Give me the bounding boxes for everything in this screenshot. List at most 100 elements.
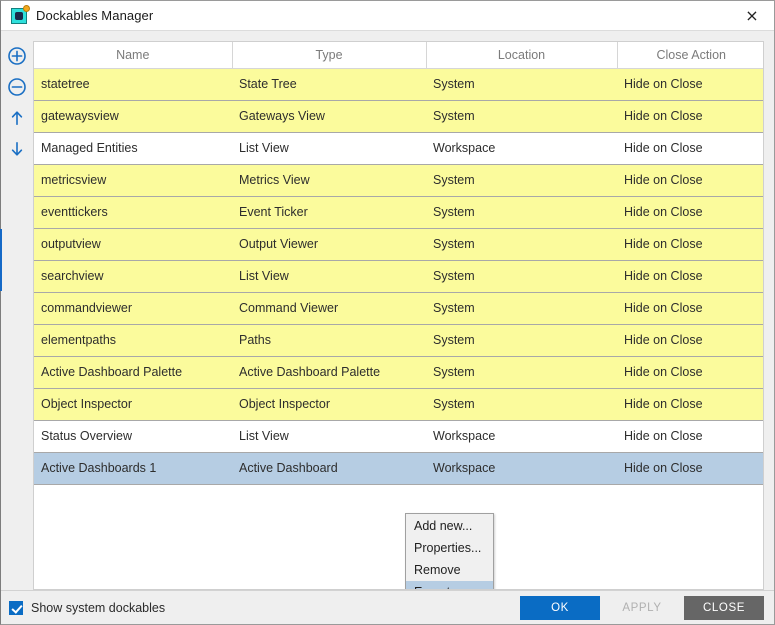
context-menu-item[interactable]: Export...	[406, 581, 493, 589]
table-row[interactable]: metricsview Metrics View System Hide on Clo…	[34, 164, 763, 197]
cell-close-action: Hide on Close	[617, 452, 763, 485]
cell-name: Managed Entities	[34, 132, 232, 165]
cell-name: elementpaths	[34, 324, 232, 357]
dialog-footer: Show system dockables OK APPLY CLOSE	[1, 590, 774, 624]
column-header-name[interactable]: Name	[34, 42, 233, 69]
cell-close-action: Hide on Close	[617, 164, 763, 197]
column-header-close-action[interactable]: Close Action	[617, 42, 763, 69]
cell-type: Active Dashboard	[232, 452, 426, 485]
cell-name: Active Dashboard Palette	[34, 356, 232, 389]
cell-location: System	[426, 260, 617, 293]
cell-name: statetree	[34, 68, 232, 101]
left-edge-accent	[0, 229, 2, 291]
cell-close-action: Hide on Close	[617, 356, 763, 389]
remove-dockable-button[interactable]	[6, 76, 28, 98]
cell-name: Object Inspector	[34, 388, 232, 421]
dialog-button-group: OK APPLY CLOSE	[520, 595, 764, 620]
cell-type: List View	[232, 260, 426, 293]
title-bar: Dockables Manager ×	[1, 1, 774, 31]
cell-location: Workspace	[426, 132, 617, 165]
table-row[interactable]: Object Inspector Object Inspector System Hi…	[34, 388, 763, 421]
cell-close-action: Hide on Close	[617, 228, 763, 261]
column-header-type[interactable]: Type	[232, 42, 427, 69]
cell-type: Metrics View	[232, 164, 426, 197]
dockables-table: Name Type Location Close Action statetre…	[34, 42, 763, 485]
cell-type: List View	[232, 132, 426, 165]
show-system-dockables-label: Show system dockables	[31, 600, 166, 615]
cell-location: System	[426, 164, 617, 197]
cell-type: State Tree	[232, 68, 426, 101]
cell-location: System	[426, 356, 617, 389]
cell-location: System	[426, 196, 617, 229]
cell-type: List View	[232, 420, 426, 453]
cell-name: metricsview	[34, 164, 232, 197]
cell-name: Active Dashboards 1	[34, 452, 232, 485]
move-up-button[interactable]	[6, 107, 28, 129]
table-empty-area[interactable]	[34, 484, 763, 585]
table-row[interactable]: commandviewer Command Viewer System Hide on…	[34, 292, 763, 325]
cell-close-action: Hide on Close	[617, 100, 763, 133]
table-row[interactable]: eventtickers Event Ticker System Hide on Cl…	[34, 196, 763, 229]
cell-close-action: Hide on Close	[617, 324, 763, 357]
cell-location: System	[426, 388, 617, 421]
cell-close-action: Hide on Close	[617, 196, 763, 229]
cell-name: commandviewer	[34, 292, 232, 325]
icon-lens-shape	[15, 11, 23, 20]
cell-type: Event Ticker	[232, 196, 426, 229]
cell-type: Gateways View	[232, 100, 426, 133]
plus-circle-icon	[8, 47, 26, 65]
context-menu-item[interactable]: Add new...	[406, 515, 493, 537]
cell-location: System	[426, 228, 617, 261]
dockables-table-container: Name Type Location Close Action statetre…	[33, 41, 764, 590]
icon-badge-dot	[23, 4, 30, 12]
cell-type: Active Dashboard Palette	[232, 356, 426, 389]
context-menu: Add new...Properties...RemoveExport...	[405, 513, 494, 589]
table-row[interactable]: outputview Output Viewer System Hide on Clo…	[34, 228, 763, 261]
cell-name: outputview	[34, 228, 232, 261]
cell-type: Object Inspector	[232, 388, 426, 421]
dialog-body: Name Type Location Close Action statetre…	[0, 31, 774, 590]
cell-name: eventtickers	[34, 196, 232, 229]
table-row[interactable]: searchview List View System Hide on Close	[34, 260, 763, 293]
context-menu-item[interactable]: Properties...	[406, 537, 493, 559]
window-close-icon[interactable]: ×	[730, 1, 774, 30]
table-header: Name Type Location Close Action	[34, 42, 763, 69]
minus-circle-icon	[8, 78, 26, 96]
cell-close-action: Hide on Close	[617, 260, 763, 293]
cell-close-action: Hide on Close	[617, 420, 763, 453]
cell-type: Command Viewer	[232, 292, 426, 325]
column-header-location[interactable]: Location	[426, 42, 618, 69]
table-body: statetree State Tree System Hide on Close ga…	[34, 68, 763, 485]
arrow-down-icon	[11, 142, 23, 156]
table-header-row: Name Type Location Close Action	[34, 42, 763, 69]
dockables-manager-dialog: Dockables Manager × Name Type Location C…	[0, 0, 775, 625]
close-button[interactable]: CLOSE	[684, 595, 764, 620]
cell-close-action: Hide on Close	[617, 68, 763, 101]
dockable-toolbar	[1, 41, 33, 590]
dockables-manager-icon	[11, 4, 30, 24]
table-row[interactable]: Status Overview List View Workspace Hide on…	[34, 420, 763, 453]
ok-button[interactable]: OK	[520, 595, 600, 620]
table-row[interactable]: Active Dashboards 1 Active Dashboard Works…	[34, 452, 763, 485]
cell-type: Output Viewer	[232, 228, 426, 261]
apply-button: APPLY	[602, 595, 682, 620]
show-system-dockables-checkbox-row[interactable]: Show system dockables	[9, 600, 166, 615]
show-system-dockables-checkbox[interactable]	[9, 600, 23, 615]
table-row[interactable]: Active Dashboard Palette Active Dashboard…	[34, 356, 763, 389]
cell-name: searchview	[34, 260, 232, 293]
table-row[interactable]: gatewaysview Gateways View System Hide on C…	[34, 100, 763, 133]
cell-location: Workspace	[426, 452, 617, 485]
table-row[interactable]: statetree State Tree System Hide on Close	[34, 68, 763, 101]
move-down-button[interactable]	[6, 138, 28, 160]
cell-location: System	[426, 68, 617, 101]
cell-close-action: Hide on Close	[617, 132, 763, 165]
cell-close-action: Hide on Close	[617, 388, 763, 421]
table-row[interactable]: Managed Entities List View Workspace Hide o…	[34, 132, 763, 165]
cell-name: Status Overview	[34, 420, 232, 453]
window-title: Dockables Manager	[36, 8, 154, 23]
add-dockable-button[interactable]	[6, 45, 28, 67]
cell-location: System	[426, 292, 617, 325]
context-menu-item[interactable]: Remove	[406, 559, 493, 581]
cell-location: Workspace	[426, 420, 617, 453]
table-row[interactable]: elementpaths Paths System Hide on Close	[34, 324, 763, 357]
